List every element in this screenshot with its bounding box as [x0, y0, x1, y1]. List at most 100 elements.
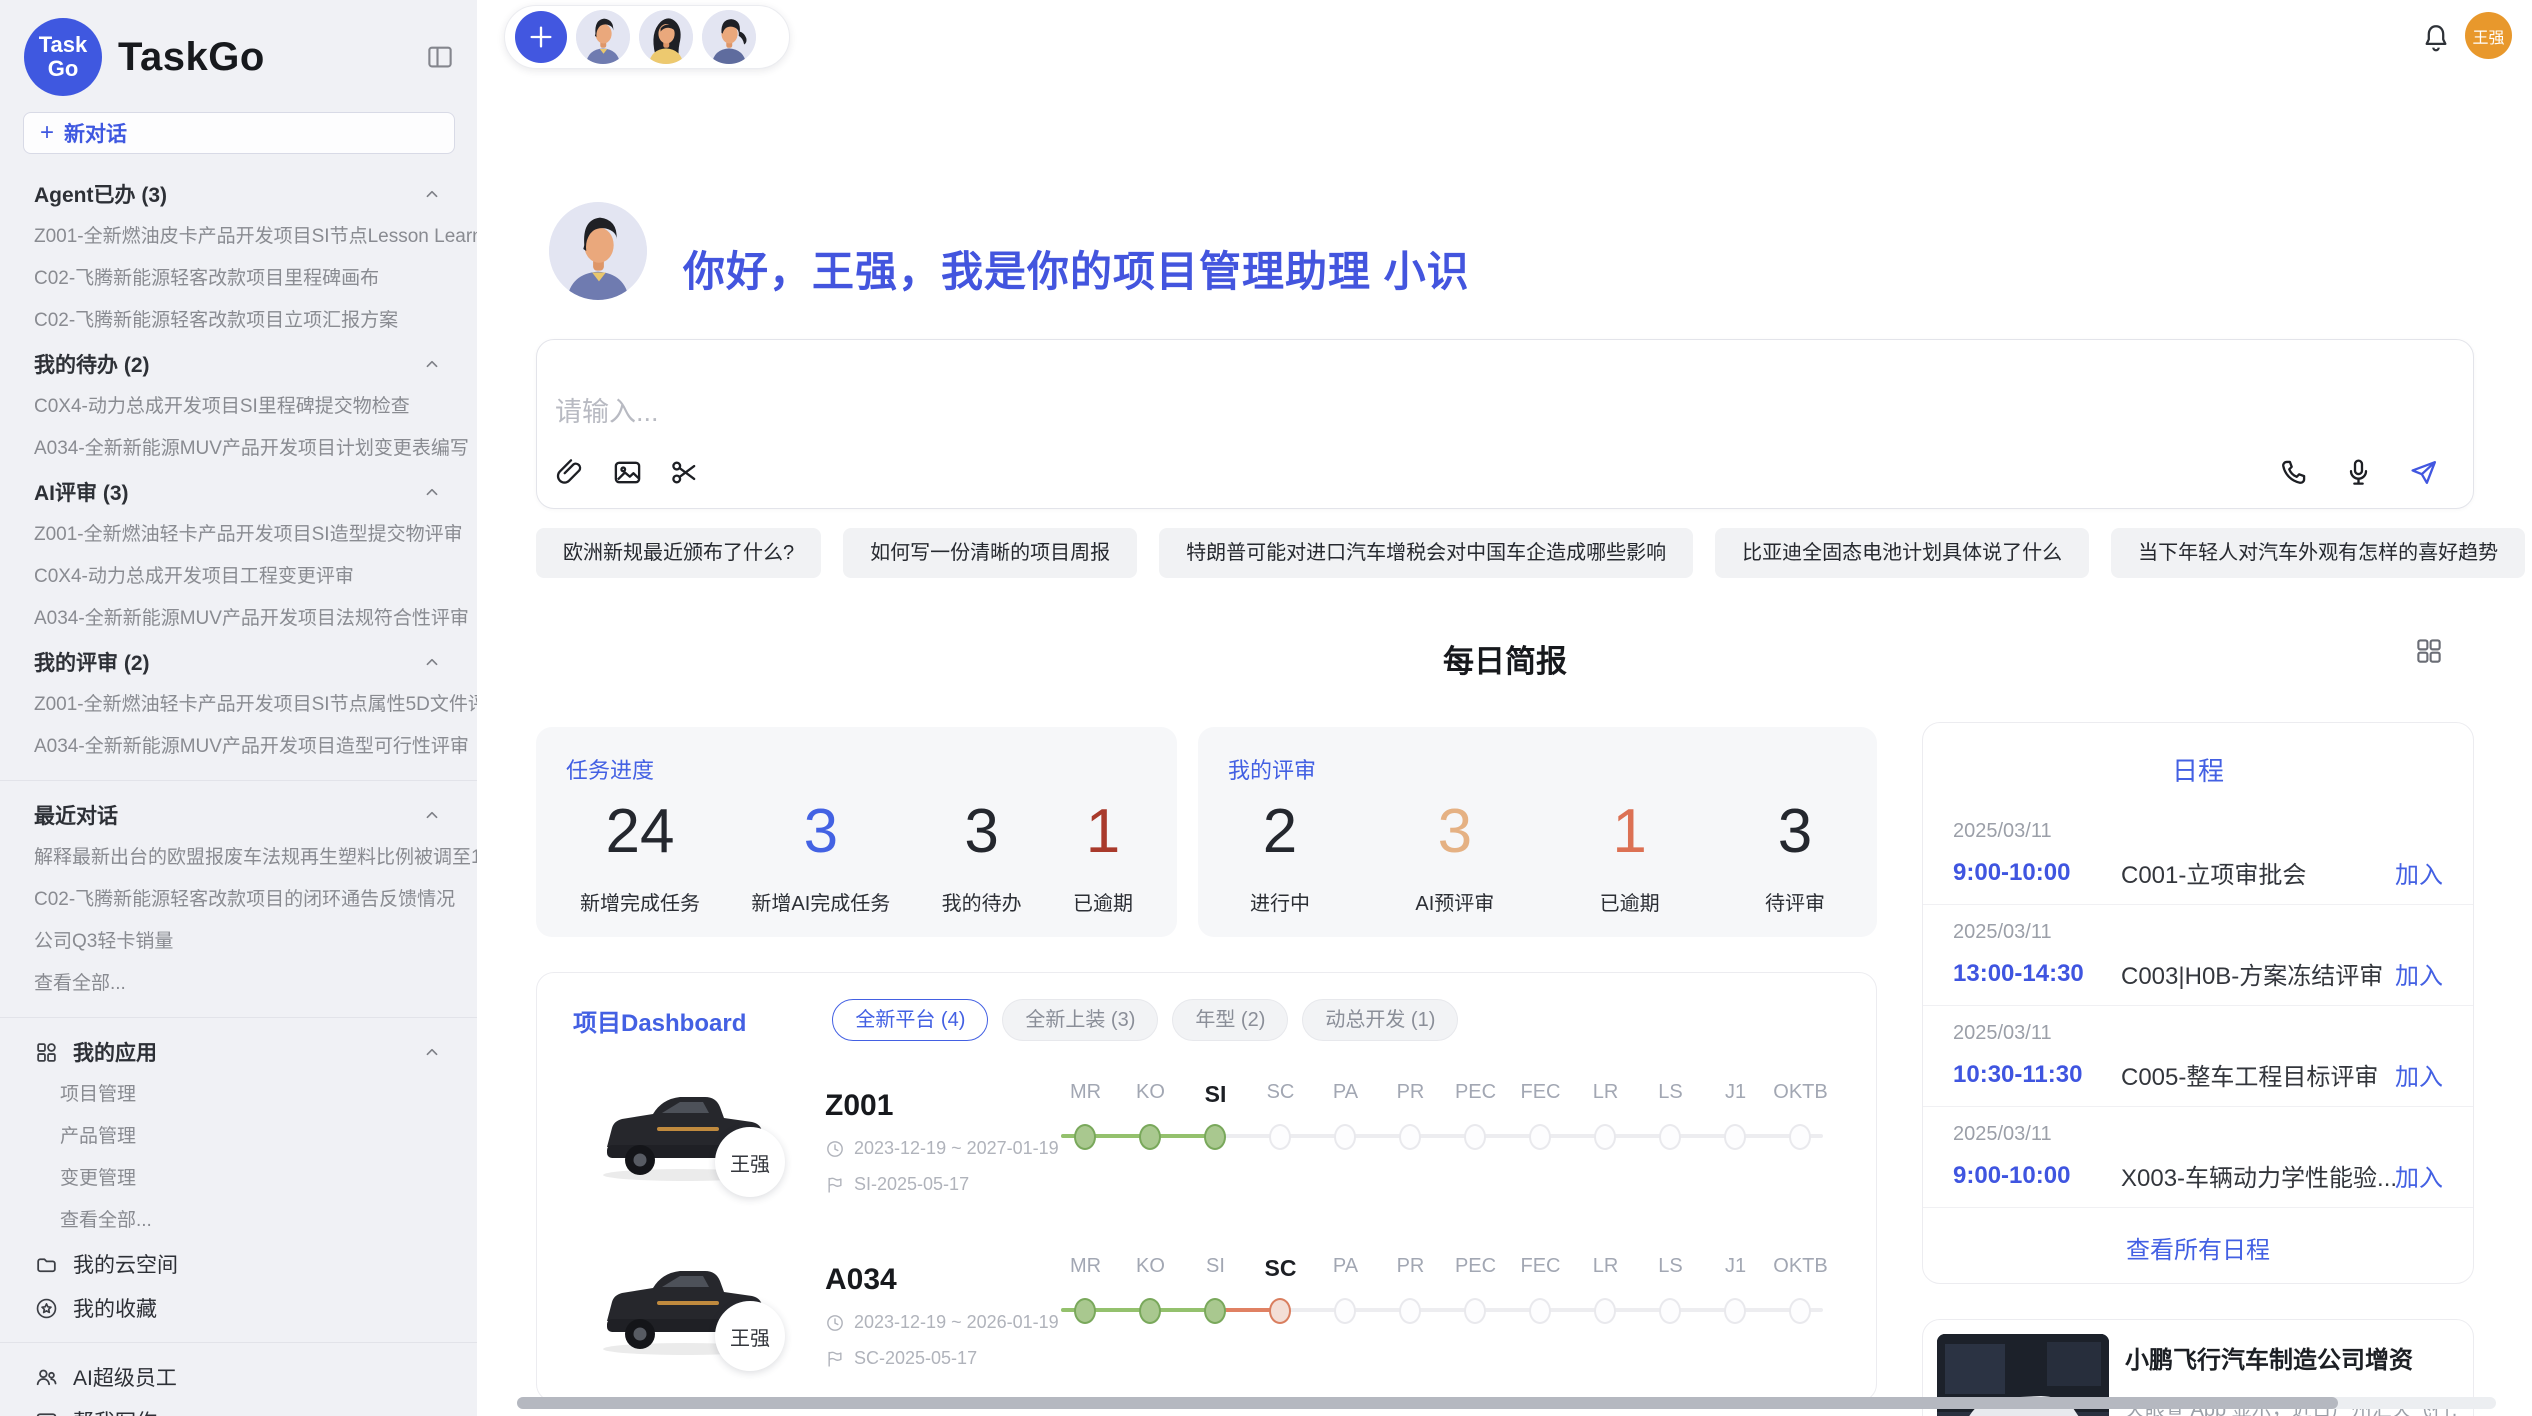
- join-link[interactable]: 加入: [2395, 1057, 2443, 1092]
- user-avatar[interactable]: 王强: [2465, 12, 2512, 59]
- dashboard-tab[interactable]: 全新上装 (3): [1002, 999, 1158, 1041]
- dashboard-tab[interactable]: 年型 (2): [1172, 999, 1288, 1041]
- join-link[interactable]: 加入: [2395, 855, 2443, 890]
- new-chat-button[interactable]: + 新对话: [23, 112, 455, 154]
- microphone-icon[interactable]: [2343, 457, 2374, 488]
- schedule-date: 2025/03/11: [1953, 1022, 2443, 1045]
- stat-label: AI预评审: [1415, 887, 1494, 916]
- sidebar-tool-item[interactable]: 帮我写作: [0, 1399, 477, 1416]
- dashboard-tab[interactable]: 动总开发 (1): [1302, 999, 1458, 1041]
- phone-icon[interactable]: [2278, 457, 2309, 488]
- sidebar-collapse-icon[interactable]: [425, 42, 455, 72]
- project-info: Z0012023-12-19 ~ 2027-01-19SI-2025-05-17: [825, 1075, 1053, 1215]
- agent-quickbar: [504, 5, 790, 69]
- sidebar-item[interactable]: C02-飞腾新能源轻客改款项目里程碑画布: [0, 258, 477, 300]
- join-link[interactable]: 加入: [2395, 956, 2443, 991]
- project-name: Z001: [825, 1089, 1053, 1123]
- sidebar-recent-item[interactable]: C02-飞腾新能源轻客改款项目的闭环通告反馈情况: [0, 879, 477, 921]
- dashboard-title: 项目Dashboard: [573, 1003, 746, 1038]
- sidebar-section-header[interactable]: 我的待办 (2): [0, 342, 477, 386]
- stat-label: 已逾期: [1073, 887, 1133, 916]
- milestone-dot: [1334, 1124, 1356, 1150]
- sidebar-section-header[interactable]: AI评审 (3): [0, 470, 477, 514]
- agent-avatar[interactable]: [702, 10, 756, 64]
- sidebar-app-item[interactable]: 产品管理: [0, 1116, 477, 1158]
- milestone-label: LS: [1638, 1081, 1703, 1108]
- schedule-date: 2025/03/11: [1953, 820, 2443, 843]
- divider: [0, 1017, 477, 1018]
- sidebar-item-star[interactable]: 我的收藏: [0, 1286, 477, 1330]
- scissors-icon[interactable]: [669, 457, 700, 488]
- sidebar-app-item[interactable]: 查看全部...: [0, 1200, 477, 1242]
- suggestion-chip[interactable]: 当下年轻人对汽车外观有怎样的喜好趋势: [2111, 528, 2525, 578]
- sidebar-recent-item[interactable]: 解释最新出台的欧盟报废车法规再生塑料比例被调至15%...: [0, 837, 477, 879]
- sidebar-item[interactable]: C02-飞腾新能源轻客改款项目立项汇报方案: [0, 300, 477, 342]
- view-all-schedule-link[interactable]: 查看所有日程: [1923, 1230, 2473, 1265]
- sidebar-item-my-apps[interactable]: 我的应用: [0, 1030, 477, 1074]
- sidebar-recent-header[interactable]: 最近对话: [0, 793, 477, 837]
- schedule-entry: 2025/03/1113:00-14:30C003|H0B-方案冻结评审加入: [1923, 905, 2473, 1006]
- milestone-dot: [1204, 1298, 1226, 1324]
- image-icon[interactable]: [612, 457, 643, 488]
- star-icon: [34, 1296, 59, 1321]
- image-icon: [34, 1409, 59, 1416]
- sidebar-item[interactable]: A034-全新新能源MUV产品开发项目计划变更表编写: [0, 428, 477, 470]
- stat: 1已逾期: [1600, 799, 1660, 916]
- add-agent-button[interactable]: [515, 11, 567, 63]
- sidebar-item[interactable]: A034-全新新能源MUV产品开发项目法规符合性评审: [0, 598, 477, 640]
- stat: 2进行中: [1250, 799, 1310, 916]
- send-icon[interactable]: [2408, 457, 2439, 488]
- sidebar-item[interactable]: A034-全新新能源MUV产品开发项目造型可行性评审: [0, 726, 477, 768]
- milestone-label: LR: [1573, 1255, 1638, 1282]
- stat-value: 24: [580, 799, 700, 865]
- layout-grid-icon[interactable]: [2414, 636, 2444, 666]
- project-row[interactable]: 王强Z0012023-12-19 ~ 2027-01-19SI-2025-05-…: [537, 1075, 1876, 1215]
- dashboard-tabs: 全新平台 (4) 全新上装 (3) 年型 (2) 动总开发 (1): [832, 999, 1458, 1041]
- milestone-dot: [1724, 1298, 1746, 1324]
- chevron-up-icon: [421, 481, 443, 503]
- milestone-label: OKTB: [1768, 1255, 1833, 1282]
- schedule-entry: 2025/03/1110:30-11:30C005-整车工程目标评审加入: [1923, 1006, 2473, 1107]
- sidebar-app-item[interactable]: 变更管理: [0, 1158, 477, 1200]
- sidebar-item-cloud[interactable]: 我的云空间: [0, 1242, 477, 1286]
- sidebar-item[interactable]: Z001-全新燃油皮卡产品开发项目SI节点Lesson Learn报告: [0, 216, 477, 258]
- schedule-time: 9:00-10:00: [1953, 1162, 2121, 1190]
- sidebar-item[interactable]: Z001-全新燃油轻卡产品开发项目SI节点属性5D文件评审: [0, 684, 477, 726]
- suggestion-chip[interactable]: 特朗普可能对进口汽车增税会对中国车企造成哪些影响: [1159, 528, 1693, 578]
- dashboard-tab[interactable]: 全新平台 (4): [832, 999, 988, 1041]
- milestone-timeline: MRKOSISCPAPRPECFECLRLSJ1OKTB: [1053, 1249, 1843, 1389]
- news-title: 小鹏飞行汽车制造公司增资: [2125, 1340, 2459, 1375]
- milestone-dot: [1334, 1298, 1356, 1324]
- my-review-card: 我的评审 2进行中3AI预评审1已逾期3待评审: [1198, 727, 1877, 937]
- sidebar-item[interactable]: Z001-全新燃油轻卡产品开发项目SI造型提交物评审: [0, 514, 477, 556]
- attachment-icon[interactable]: [555, 457, 586, 488]
- sidebar-tool-item[interactable]: AI超级员工: [0, 1355, 477, 1399]
- milestone-dot: [1399, 1298, 1421, 1324]
- sidebar-app-item[interactable]: 项目管理: [0, 1074, 477, 1116]
- agent-avatar[interactable]: [576, 10, 630, 64]
- sidebar-item[interactable]: C0X4-动力总成开发项目工程变更评审: [0, 556, 477, 598]
- join-link[interactable]: 加入: [2395, 1158, 2443, 1193]
- schedule-list: 2025/03/119:00-10:00C001-立项审批会加入2025/03/…: [1923, 804, 2473, 1208]
- sidebar-recent-item[interactable]: 公司Q3轻卡销量: [0, 921, 477, 963]
- milestone-label: SC: [1248, 1081, 1313, 1108]
- notification-bell-icon[interactable]: [2420, 22, 2452, 54]
- stat-label: 新增AI完成任务: [751, 887, 890, 916]
- project-row[interactable]: 王强A0342023-12-19 ~ 2026-01-19SC-2025-05-…: [537, 1249, 1876, 1389]
- card-label: 我的评审: [1198, 753, 1877, 785]
- sidebar-item[interactable]: C0X4-动力总成开发项目SI里程碑提交物检查: [0, 386, 477, 428]
- scrollbar-thumb[interactable]: [517, 1397, 2338, 1409]
- stat-label: 新增完成任务: [580, 887, 700, 916]
- suggestion-chip[interactable]: 如何写一份清晰的项目周报: [843, 528, 1137, 578]
- sidebar-section-header[interactable]: 我的评审 (2): [0, 640, 477, 684]
- milestone-dot: [1529, 1298, 1551, 1324]
- project-image: 王强: [595, 1075, 825, 1215]
- suggestion-chip[interactable]: 欧洲新规最近颁布了什么?: [536, 528, 821, 578]
- suggestion-chip[interactable]: 比亚迪全固态电池计划具体说了什么: [1715, 528, 2089, 578]
- milestone-label: KO: [1118, 1081, 1183, 1108]
- sidebar-section-header[interactable]: Agent已办 (3): [0, 172, 477, 216]
- chat-input[interactable]: [555, 390, 2439, 430]
- agent-avatar[interactable]: [639, 10, 693, 64]
- stat: 3新增AI完成任务: [751, 799, 890, 916]
- sidebar-recent-item[interactable]: 查看全部...: [0, 963, 477, 1005]
